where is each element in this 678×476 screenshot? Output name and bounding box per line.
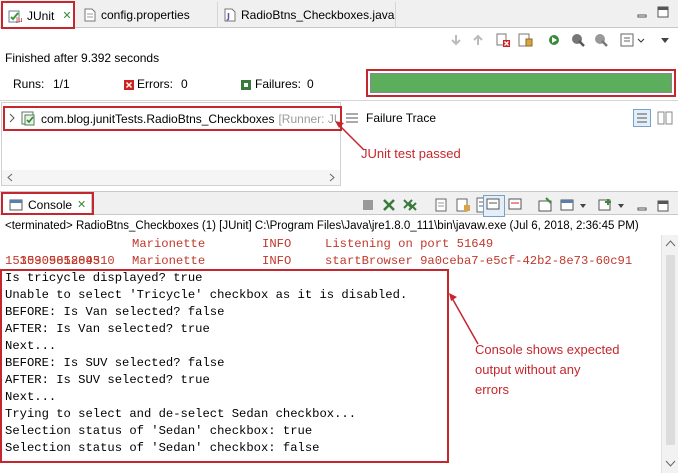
display-selected-console-icon[interactable] bbox=[559, 197, 575, 213]
console-output-line: Is tricycle displayed? true bbox=[5, 271, 203, 285]
console-output-line: BEFORE: Is Van selected? false bbox=[5, 305, 225, 319]
java-file-icon: J bbox=[224, 8, 236, 22]
remove-launch-icon[interactable] bbox=[381, 197, 397, 213]
errors-icon bbox=[124, 79, 134, 90]
test-run-history-icon[interactable] bbox=[619, 32, 635, 48]
log-level: INFO bbox=[262, 254, 292, 268]
divider bbox=[0, 100, 678, 101]
svg-text:J: J bbox=[226, 12, 230, 21]
progress-bar bbox=[370, 73, 672, 93]
test-suite-name: com.blog.junitTests.RadioBtns_Checkboxes bbox=[41, 112, 275, 126]
show-console-on-error-icon[interactable] bbox=[507, 197, 523, 213]
console-output-line: Next... bbox=[5, 390, 57, 404]
expand-chevron-icon[interactable] bbox=[7, 112, 17, 126]
previous-failure-icon[interactable] bbox=[470, 32, 486, 48]
rerun-test-icon[interactable] bbox=[547, 32, 563, 48]
junit-icon: Ju bbox=[8, 9, 23, 24]
view-menu-icon[interactable] bbox=[659, 32, 671, 48]
tab-console-label: Console bbox=[28, 197, 73, 212]
errors-label: Errors: bbox=[137, 77, 173, 91]
console-vertical-scrollbar[interactable] bbox=[661, 235, 678, 473]
svg-text:Ju: Ju bbox=[15, 16, 22, 23]
annotation-console-output: Console shows expected output without an… bbox=[475, 340, 620, 400]
log-source: Marionette bbox=[132, 237, 206, 251]
minimize-icon[interactable] bbox=[637, 202, 647, 212]
failures-icon bbox=[241, 79, 251, 90]
minimize-icon[interactable] bbox=[637, 8, 647, 18]
open-console-dropdown-icon[interactable] bbox=[616, 197, 626, 213]
log-line: 1530905809510 bbox=[5, 236, 115, 268]
stop-run-icon[interactable] bbox=[593, 32, 609, 48]
show-failures-only-icon[interactable] bbox=[495, 32, 511, 48]
tab-radiobtns-java-label: RadioBtns_Checkboxes.java bbox=[241, 8, 395, 22]
runs-label: Runs: bbox=[13, 77, 45, 91]
console-process-header: <terminated> RadioBtns_Checkboxes (1) [J… bbox=[5, 220, 639, 232]
history-dropdown-icon[interactable] bbox=[636, 32, 646, 48]
terminate-icon[interactable] bbox=[360, 197, 376, 213]
annotation-console-line: output without any bbox=[475, 362, 581, 377]
failures-value: 0 bbox=[307, 77, 314, 91]
remove-all-terminated-icon[interactable] bbox=[402, 197, 418, 213]
failures-label: Failures: bbox=[255, 77, 302, 91]
tab-config-properties[interactable]: config.properties bbox=[78, 2, 218, 28]
maximize-icon[interactable] bbox=[657, 6, 669, 18]
console-output-line: Trying to select and de-select Sedan che… bbox=[5, 407, 357, 421]
next-failure-icon[interactable] bbox=[448, 32, 464, 48]
log-timestamp: 1530905812843 bbox=[5, 254, 101, 268]
display-console-dropdown-icon[interactable] bbox=[578, 197, 588, 213]
tab-radiobtns-java[interactable]: J RadioBtns_Checkboxes.java bbox=[218, 2, 396, 28]
runs-value: 1/1 bbox=[53, 77, 70, 91]
console-tab-bar bbox=[0, 191, 678, 215]
tab-junit-label: JUnit bbox=[27, 8, 55, 23]
log-source: Marionette bbox=[132, 254, 206, 268]
console-output-line: AFTER: Is SUV selected? true bbox=[5, 373, 210, 387]
test-suite-passed-icon bbox=[21, 111, 37, 127]
annotation-console-line: errors bbox=[475, 382, 509, 397]
progress-fill bbox=[371, 74, 671, 92]
open-console-icon[interactable] bbox=[597, 197, 613, 213]
failure-trace-label: Failure Trace bbox=[366, 111, 437, 125]
scroll-lock-icon[interactable] bbox=[455, 197, 471, 213]
close-icon[interactable]: ✕ bbox=[62, 9, 71, 22]
close-icon[interactable]: ✕ bbox=[77, 198, 86, 211]
show-console-on-output-icon[interactable] bbox=[483, 195, 505, 217]
log-message: Listening on port 51649 bbox=[325, 237, 494, 251]
tab-console[interactable]: Console ✕ bbox=[2, 193, 92, 215]
console-output-line: Next... bbox=[5, 339, 57, 353]
compare-result-icon[interactable] bbox=[657, 110, 673, 126]
log-message: startBrowser 9a0ceba7-e5cf-42b2-8e73-60c… bbox=[325, 254, 633, 268]
finished-status-text: Finished after 9.392 seconds bbox=[5, 51, 160, 65]
tab-junit[interactable]: Ju JUnit ✕ bbox=[1, 2, 74, 28]
scroll-lock-icon[interactable] bbox=[517, 32, 533, 48]
maximize-icon[interactable] bbox=[657, 200, 669, 212]
annotation-junit-passed: JUnit test passed bbox=[361, 146, 461, 161]
console-output-line: Selection status of 'Sedan' checkbox: fa… bbox=[5, 441, 320, 455]
filter-stack-trace-icon[interactable] bbox=[633, 109, 651, 127]
properties-file-icon bbox=[84, 8, 96, 22]
pin-console-icon[interactable] bbox=[537, 197, 553, 213]
tree-horizontal-scrollbar[interactable] bbox=[2, 170, 340, 185]
rerun-failed-first-icon[interactable] bbox=[570, 32, 586, 48]
annotation-console-line: Console shows expected bbox=[475, 342, 620, 357]
log-level: INFO bbox=[262, 237, 292, 251]
errors-value: 0 bbox=[181, 77, 188, 91]
tab-config-properties-label: config.properties bbox=[101, 8, 190, 22]
console-output-line: Selection status of 'Sedan' checkbox: tr… bbox=[5, 424, 313, 438]
console-output-line: BEFORE: Is SUV selected? false bbox=[5, 356, 225, 370]
test-tree-item[interactable]: com.blog.junitTests.RadioBtns_Checkboxes… bbox=[7, 110, 343, 128]
console-output-line: AFTER: Is Van selected? true bbox=[5, 322, 210, 336]
clear-console-icon[interactable] bbox=[434, 197, 450, 213]
console-output-line: Unable to select 'Tricycle' checkbox as … bbox=[5, 288, 408, 302]
console-icon bbox=[9, 199, 23, 211]
